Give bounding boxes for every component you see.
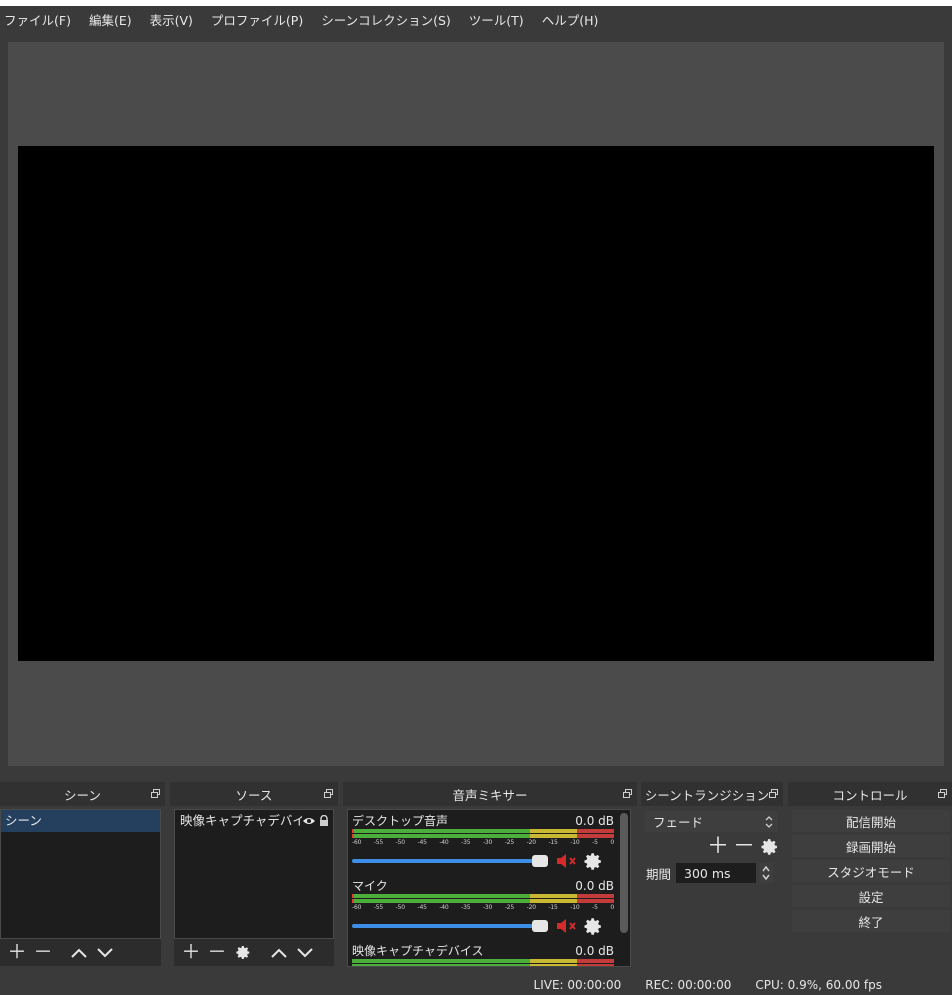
scenes-toolbar: ＋ － xyxy=(0,939,161,966)
channel-name: デスクトップ音声 xyxy=(352,814,449,828)
transition-toolbar: ＋ － xyxy=(703,836,781,858)
duration-label: 期間 xyxy=(646,866,672,882)
muted-speaker-icon[interactable] xyxy=(556,918,580,934)
duration-input[interactable]: 300 ms xyxy=(676,863,757,883)
add-transition-button[interactable]: ＋ xyxy=(707,836,729,858)
remove-source-button[interactable]: － xyxy=(206,942,228,964)
volume-slider[interactable] xyxy=(352,920,548,932)
sources-dock-header[interactable]: ソース xyxy=(170,782,338,806)
scenes-dock-title: シーン xyxy=(64,787,101,803)
preview-canvas[interactable] xyxy=(18,146,934,661)
transitions-dock-title: シーントランジション xyxy=(644,787,770,803)
sources-dock-title: ソース xyxy=(235,787,273,803)
studio-mode-button[interactable]: スタジオモード xyxy=(792,860,950,882)
mixer-channel: デスクトップ音声 0.0 dB -60 -55 -50 -45 -40 -35 -30 -25… xyxy=(352,814,614,871)
menu-file[interactable]: ファイル(F) xyxy=(4,10,71,29)
status-bar: LIVE: 00:00:00 REC: 00:00:00 CPU: 0.9%, … xyxy=(0,975,952,995)
lock-icon[interactable] xyxy=(319,815,329,827)
move-up-icon[interactable] xyxy=(268,942,290,964)
gear-icon[interactable] xyxy=(584,852,603,871)
float-dock-icon[interactable] xyxy=(623,789,632,798)
meter-scale: -60 -55 -50 -45 -40 -35 -30 -25 -20 -15 -10 -5 0 xyxy=(352,904,614,911)
slider-handle[interactable] xyxy=(532,855,548,867)
spinner-arrows-icon[interactable] xyxy=(759,863,774,883)
controls-dock-title: コントロール xyxy=(832,787,908,803)
remove-scene-button[interactable]: － xyxy=(32,942,54,964)
scene-item[interactable]: シーン xyxy=(1,810,160,832)
float-dock-icon[interactable] xyxy=(324,789,333,798)
mixer-channel: 映像キャプチャデバイス 0.0 dB xyxy=(352,944,614,966)
mixer-channel: マイク 0.0 dB -60 -55 -50 -45 -40 -35 -30 -25 -20 -1… xyxy=(352,879,614,936)
cpu-fps: CPU: 0.9%, 60.00 fps xyxy=(755,978,882,992)
menu-edit[interactable]: 編集(E) xyxy=(89,10,132,29)
controls-buttons: 配信開始 録画開始 スタジオモード 設定 終了 xyxy=(792,810,950,935)
muted-speaker-icon[interactable] xyxy=(556,853,580,869)
mixer-scrollbar[interactable] xyxy=(620,813,628,933)
transitions-dock-header[interactable]: シーントランジション xyxy=(641,782,783,806)
sources-list[interactable]: 映像キャプチャデバイ xyxy=(174,809,334,939)
add-source-button[interactable]: ＋ xyxy=(180,942,202,964)
float-dock-icon[interactable] xyxy=(938,789,947,798)
exit-button[interactable]: 終了 xyxy=(792,910,950,932)
spinner-arrows-icon xyxy=(764,815,774,829)
sources-toolbar: ＋ － xyxy=(174,939,334,966)
float-dock-icon[interactable] xyxy=(151,789,160,798)
menu-view[interactable]: 表示(V) xyxy=(150,10,193,29)
controls-dock-header[interactable]: コントロール xyxy=(788,782,952,806)
volume-meter xyxy=(352,964,614,966)
source-item-label: 映像キャプチャデバイ xyxy=(180,813,302,828)
gear-icon[interactable] xyxy=(759,836,781,858)
mixer-panel: デスクトップ音声 0.0 dB -60 -55 -50 -45 -40 -35 -30 -25… xyxy=(347,809,631,967)
scenes-dock-header[interactable]: シーン xyxy=(0,782,165,806)
add-scene-button[interactable]: ＋ xyxy=(6,942,28,964)
volume-meter xyxy=(352,959,614,963)
channel-level: 0.0 dB xyxy=(575,944,614,958)
volume-meter xyxy=(352,894,614,898)
channel-name: 映像キャプチャデバイス xyxy=(352,944,484,958)
slider-handle[interactable] xyxy=(532,920,548,932)
mixer-dock-header[interactable]: 音声ミキサー xyxy=(343,782,637,806)
menu-tools[interactable]: ツール(T) xyxy=(469,10,524,29)
settings-button[interactable]: 設定 xyxy=(792,885,950,907)
channel-level: 0.0 dB xyxy=(575,879,614,893)
remove-transition-button[interactable]: － xyxy=(733,836,755,858)
volume-meter xyxy=(352,899,614,903)
move-up-icon[interactable] xyxy=(68,942,90,964)
transition-select-value: フェード xyxy=(653,815,704,830)
channel-level: 0.0 dB xyxy=(575,814,614,828)
meter-scale: -60 -55 -50 -45 -40 -35 -30 -25 -20 -15 -10 -5 0 xyxy=(352,839,614,846)
move-down-icon[interactable] xyxy=(294,942,316,964)
volume-slider[interactable] xyxy=(352,855,548,867)
channel-name: マイク xyxy=(352,879,388,893)
menu-scene-collection[interactable]: シーンコレクション(S) xyxy=(321,10,451,29)
start-recording-button[interactable]: 録画開始 xyxy=(792,835,950,857)
eye-icon[interactable] xyxy=(302,816,316,826)
volume-meter xyxy=(352,829,614,833)
mixer-dock-title: 音声ミキサー xyxy=(452,787,528,803)
gear-icon[interactable] xyxy=(584,917,603,936)
float-dock-icon[interactable] xyxy=(769,789,778,798)
source-item[interactable]: 映像キャプチャデバイ xyxy=(175,810,333,832)
start-streaming-button[interactable]: 配信開始 xyxy=(792,810,950,832)
menu-bar: ファイル(F) 編集(E) 表示(V) プロファイル(P) シーンコレクション(… xyxy=(0,6,952,32)
gear-icon[interactable] xyxy=(232,942,254,964)
scenes-list[interactable]: シーン xyxy=(0,809,161,939)
live-time: LIVE: 00:00:00 xyxy=(533,978,622,992)
duration-row: 期間 300 ms xyxy=(646,862,781,884)
menu-help[interactable]: ヘルプ(H) xyxy=(542,10,599,29)
menu-profile[interactable]: プロファイル(P) xyxy=(211,10,303,29)
volume-meter xyxy=(352,834,614,838)
transition-select[interactable]: フェード xyxy=(645,811,778,832)
rec-time: REC: 00:00:00 xyxy=(645,978,732,992)
move-down-icon[interactable] xyxy=(94,942,116,964)
